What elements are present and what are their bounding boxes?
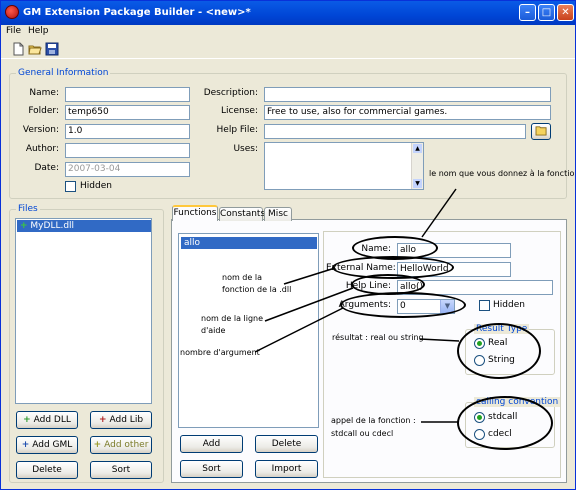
annotation-dll-note-2: fonction de la .dll	[222, 285, 292, 294]
annotation-call-note-1: appel de la fonction :	[331, 416, 416, 425]
annotation-help-note-1: nom de la ligne	[201, 314, 264, 323]
annotation-name-note: le nom que vous donnez à la fonction	[429, 169, 576, 178]
annotation-call-note-2: stdcall ou cdecl	[331, 429, 394, 438]
annotation-dll-note-1: nom de la	[222, 273, 262, 282]
annotation-args-note: nombre d'argument	[180, 348, 260, 357]
annotation-lines	[254, 188, 460, 423]
annotation-result-note: résultat : real ou string	[332, 333, 424, 342]
app-window: GM Extension Package Builder - <new>* – …	[0, 0, 576, 490]
annotation-help-note-2: d'aide	[201, 326, 226, 335]
